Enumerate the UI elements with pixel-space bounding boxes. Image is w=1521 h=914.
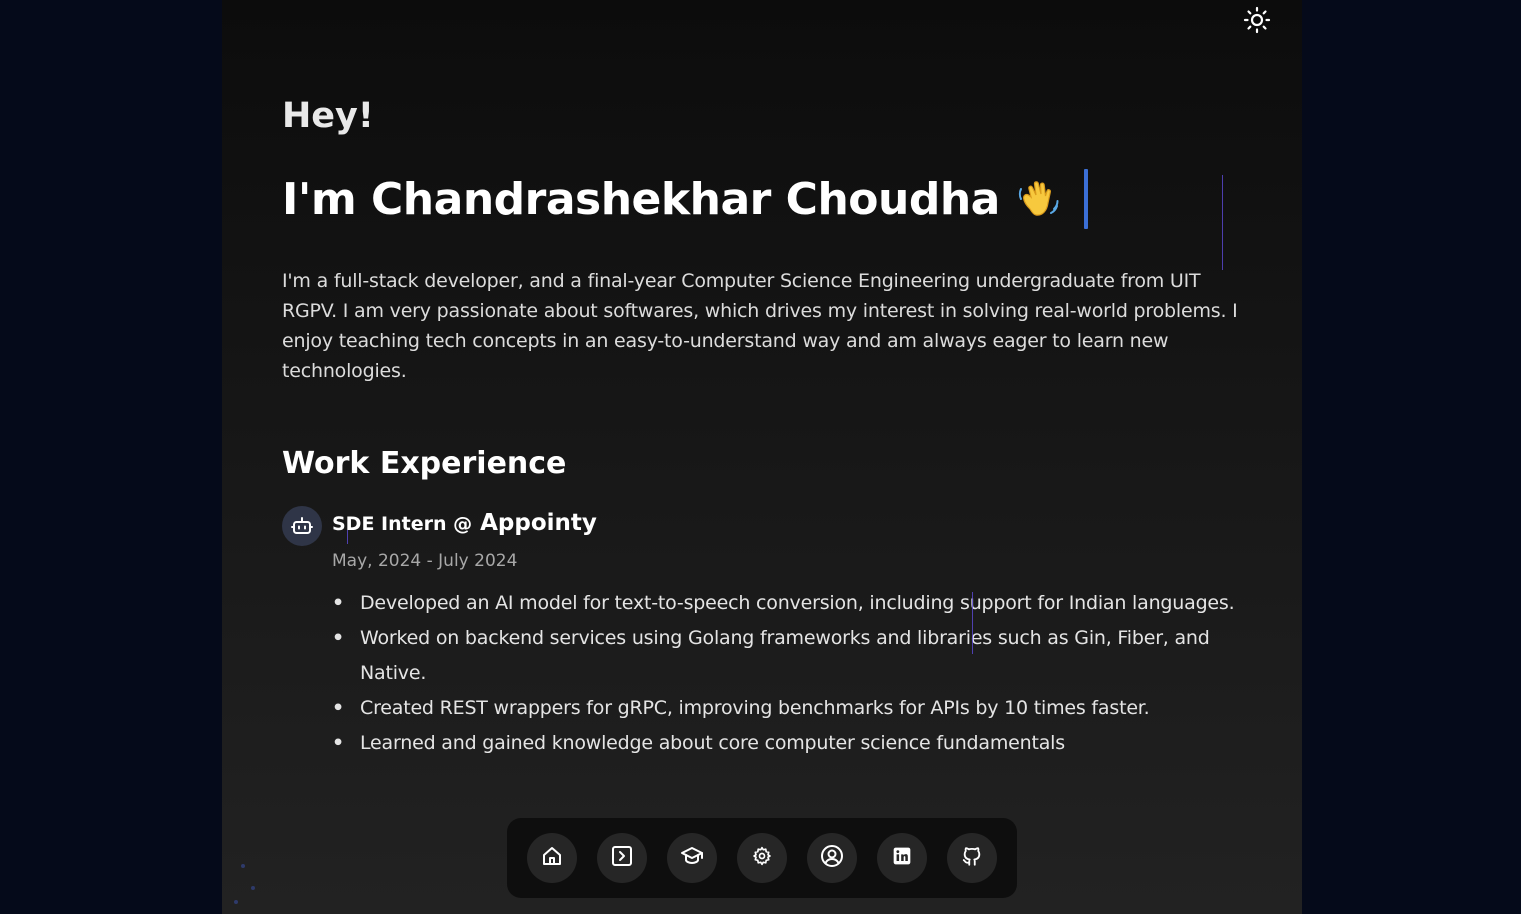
dock-about-button[interactable] (807, 833, 857, 883)
experience-header: SDE Intern @ Appointy (332, 510, 597, 536)
graduation-cap-icon (680, 844, 704, 872)
bottom-dock (507, 818, 1017, 898)
dock-projects-button[interactable] (597, 833, 647, 883)
dock-github-button[interactable] (947, 833, 997, 883)
experience-bullets: • Developed an AI model for text-to-speec… (332, 586, 1237, 761)
user-circle-icon (820, 844, 844, 872)
list-item: • Developed an AI model for text-to-speec… (332, 592, 1235, 614)
experience-date: May, 2024 - July 2024 (332, 551, 518, 571)
home-icon (540, 844, 564, 872)
github-icon (961, 845, 983, 871)
main-panel: Hey! I'm Chandrashekhar Choudha I'm a fu… (222, 0, 1302, 914)
sun-icon (1243, 6, 1271, 38)
intro-paragraph: I'm a full-stack developer, and a final-… (282, 270, 1238, 382)
typing-cursor (1083, 169, 1088, 229)
linkedin-icon (892, 846, 912, 870)
waving-hand-icon (1016, 175, 1064, 223)
dock-education-button[interactable] (667, 833, 717, 883)
work-experience-heading: Work Experience (282, 446, 567, 481)
sparkle-dot (234, 900, 238, 904)
decorative-line (347, 530, 348, 544)
dock-home-button[interactable] (527, 833, 577, 883)
experience-company[interactable]: Appointy (480, 510, 597, 536)
list-item: • Learned and gained knowledge about core… (332, 732, 1065, 754)
list-item: • Created REST wrappers for gRPC, improvi… (332, 697, 1150, 719)
experience-role: SDE Intern @ (332, 513, 473, 535)
theme-toggle-button[interactable] (1241, 6, 1273, 38)
name-heading: I'm Chandrashekhar Choudha (282, 173, 1000, 225)
terminal-icon (610, 844, 634, 872)
gear-icon (752, 846, 772, 870)
sparkle-dot (241, 864, 245, 868)
sparkle-dot (251, 886, 255, 890)
dock-skills-button[interactable] (737, 833, 787, 883)
decorative-line (972, 592, 973, 654)
greeting-heading: Hey! (282, 96, 374, 136)
dock-linkedin-button[interactable] (877, 833, 927, 883)
list-item: • Worked on backend services using Golang… (332, 627, 1210, 684)
name-heading-row: I'm Chandrashekhar Choudha (282, 168, 1088, 230)
robot-icon (282, 506, 322, 546)
decorative-line (1222, 175, 1223, 270)
